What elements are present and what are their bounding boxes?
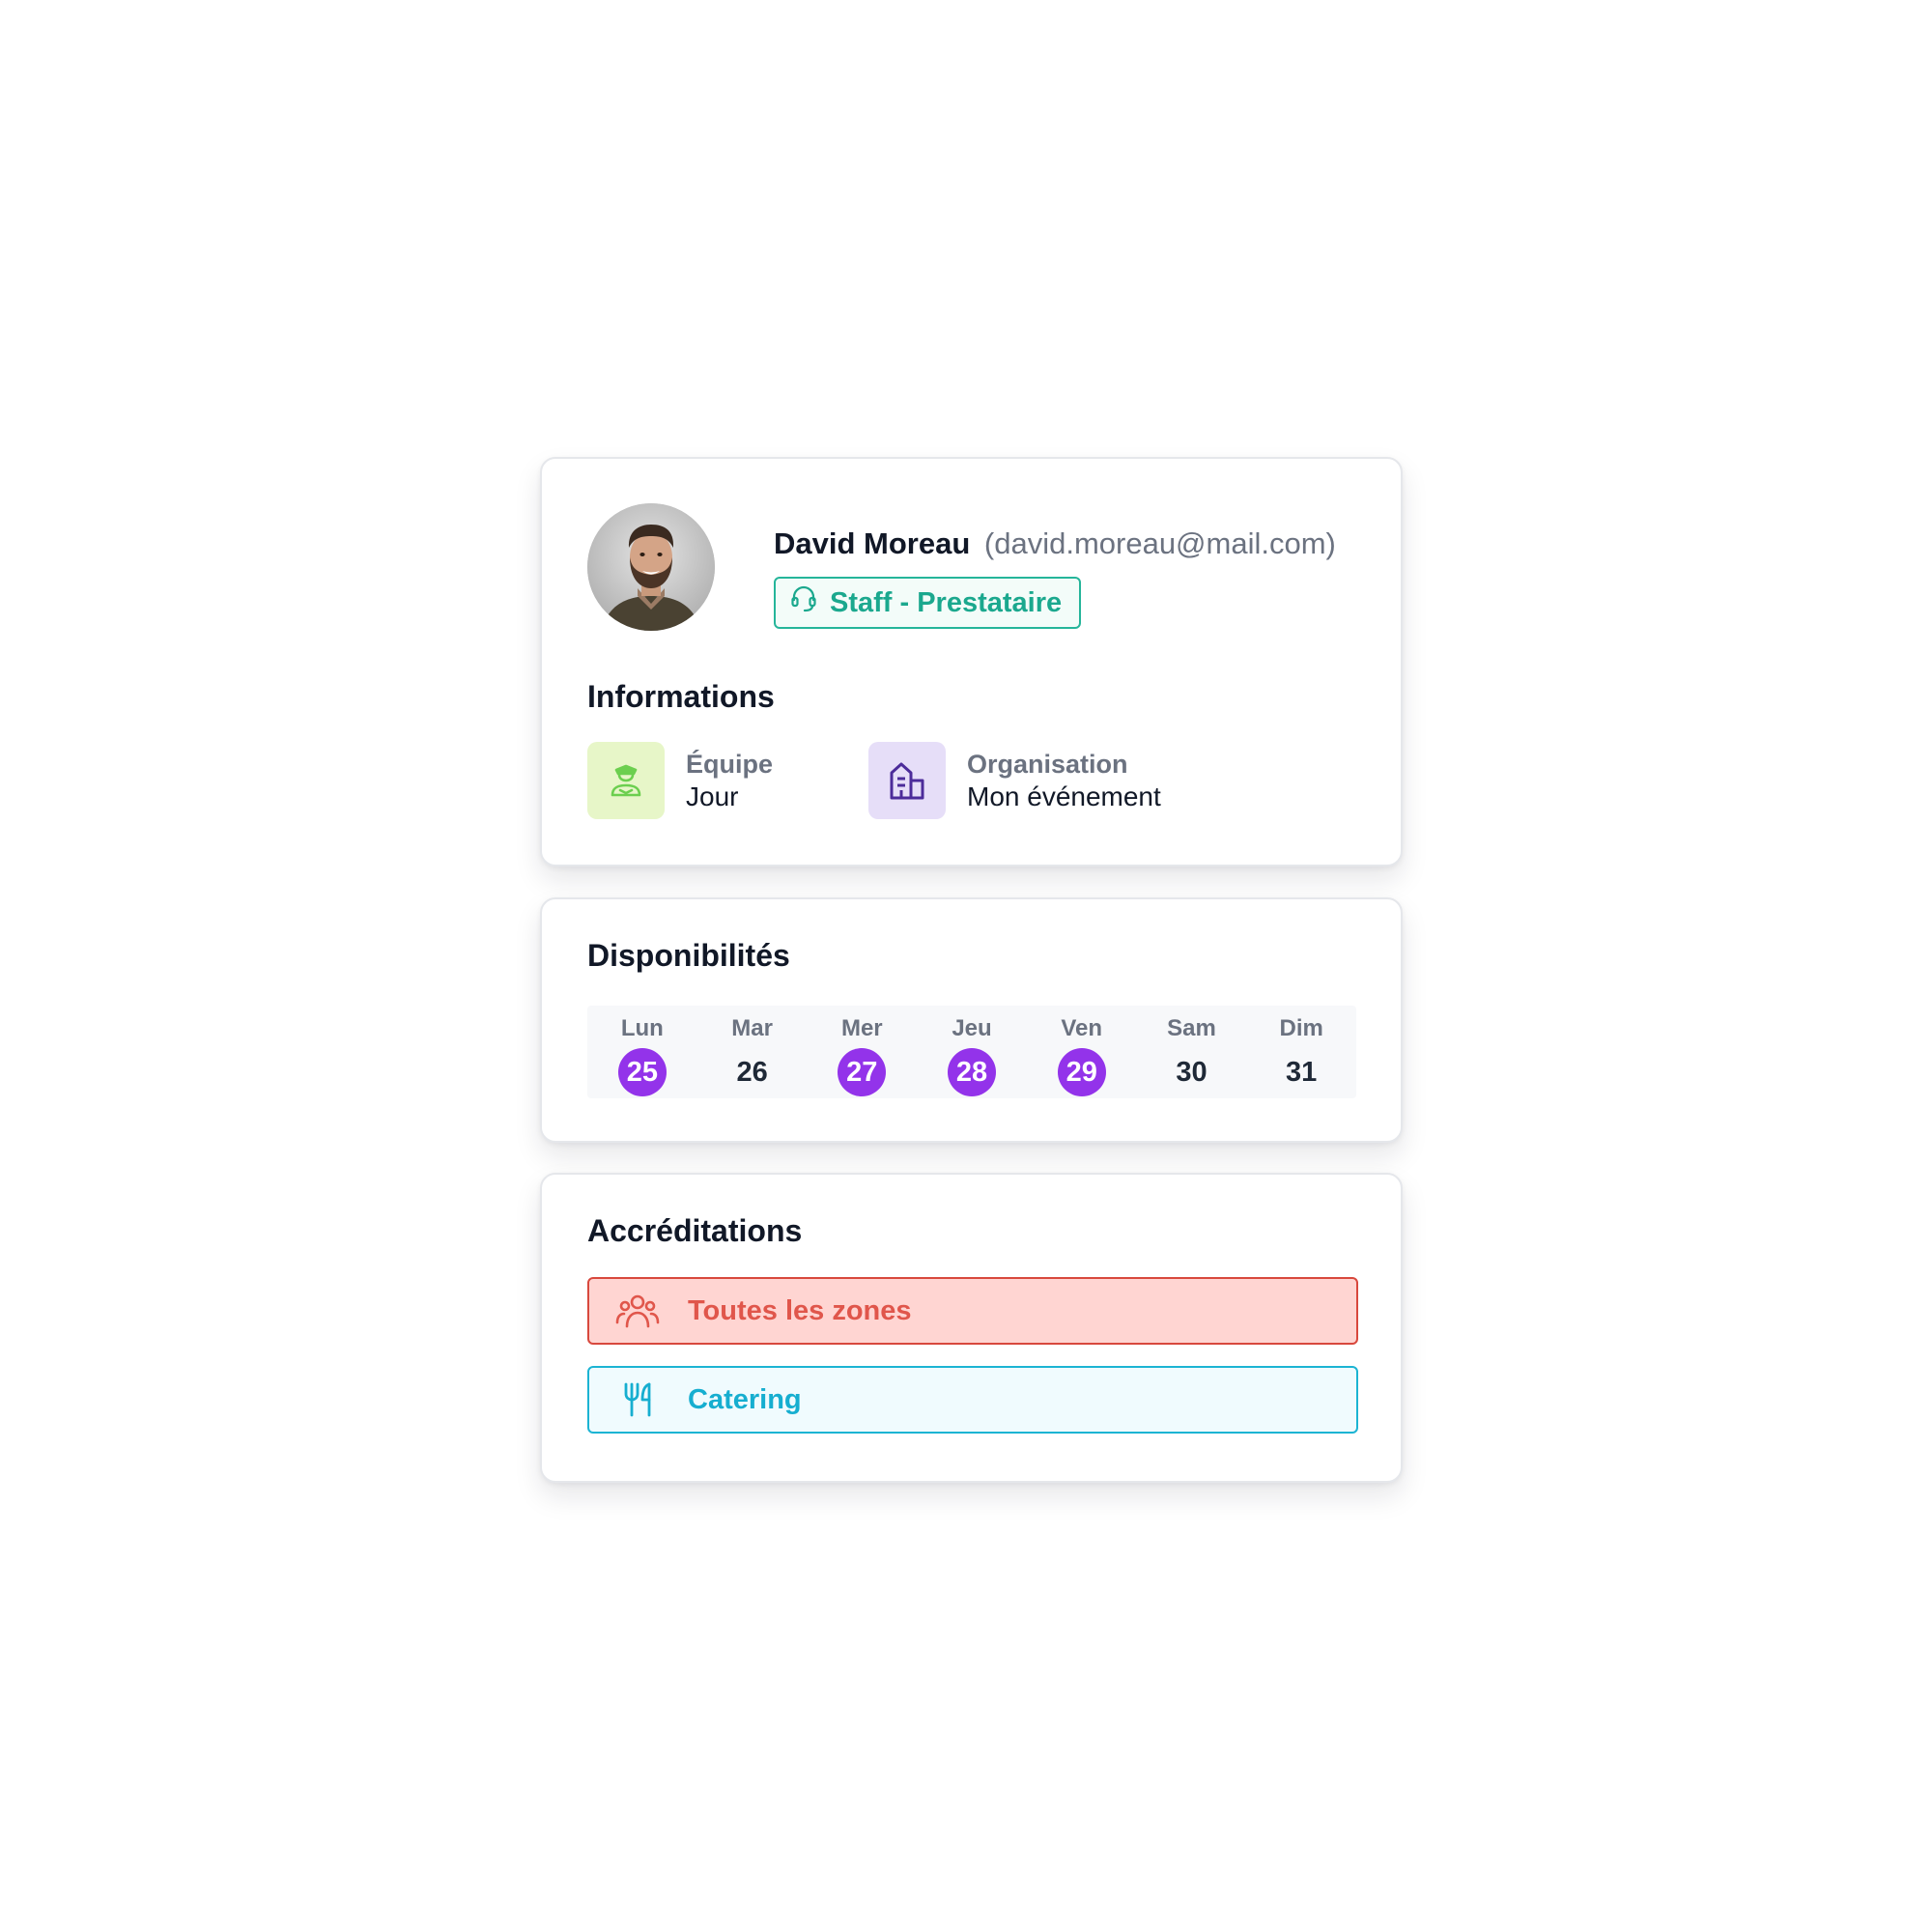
user-email[interactable]: (david.moreau@mail.com): [984, 526, 1336, 560]
day-sam[interactable]: Sam 30: [1137, 1006, 1247, 1098]
day-number[interactable]: 30: [1167, 1048, 1215, 1096]
day-number-available[interactable]: 27: [838, 1048, 887, 1096]
day-name: Dim: [1279, 1015, 1323, 1041]
building-icon: [868, 742, 946, 819]
avatar-photo: [587, 503, 715, 631]
day-number-available[interactable]: 28: [948, 1048, 997, 1096]
day-mer[interactable]: Mer 27: [807, 1006, 917, 1098]
info-organisation: Organisation Mon événement: [868, 742, 1161, 819]
user-name: David Moreau: [774, 526, 971, 560]
day-name: Mar: [731, 1015, 773, 1041]
disponibilites-card: Disponibilités Lun 25 Mar 26 Mer 27 Jeu …: [540, 897, 1403, 1143]
day-number[interactable]: 26: [728, 1048, 777, 1096]
day-name: Lun: [620, 1015, 664, 1041]
accreditations-card: Accréditations Toutes les zones Catering: [540, 1173, 1403, 1483]
profile-card: David Moreau (david.moreau@mail.com) Sta…: [540, 457, 1403, 867]
day-name: Sam: [1167, 1015, 1216, 1041]
day-name: Ven: [1061, 1015, 1103, 1041]
accreditation-label: Catering: [688, 1383, 802, 1415]
accreditations-title: Accréditations: [587, 1213, 803, 1248]
day-ven[interactable]: Ven 29: [1027, 1006, 1137, 1098]
day-number[interactable]: 31: [1277, 1048, 1325, 1096]
day-jeu[interactable]: Jeu 28: [917, 1006, 1027, 1098]
day-dim[interactable]: Dim 31: [1246, 1006, 1356, 1098]
day-name: Jeu: [952, 1015, 992, 1041]
role-badge: Staff - Prestataire: [774, 577, 1082, 629]
informations-title: Informations: [587, 679, 775, 714]
staff-person-icon: [587, 742, 665, 819]
accreditation-label: Toutes les zones: [688, 1294, 912, 1326]
day-lun[interactable]: Lun 25: [587, 1006, 697, 1098]
info-equipe: Équipe Jour: [587, 742, 773, 819]
info-equipe-label: Équipe: [686, 750, 774, 779]
day-number-available[interactable]: 25: [617, 1048, 667, 1096]
accreditation-toutes-les-zones[interactable]: Toutes les zones: [587, 1277, 1358, 1345]
day-number-available[interactable]: 29: [1057, 1048, 1106, 1096]
day-name: Mer: [840, 1015, 883, 1041]
role-label: Staff - Prestataire: [830, 586, 1063, 618]
info-organisation-value: Mon événement: [967, 781, 1161, 811]
avatar: [587, 503, 715, 631]
fork-knife-icon: [612, 1380, 663, 1419]
name-line: David Moreau (david.moreau@mail.com): [774, 526, 1336, 561]
day-mar[interactable]: Mar 26: [697, 1006, 808, 1098]
disponibilites-title: Disponibilités: [587, 938, 790, 973]
headset-icon: [789, 584, 818, 621]
info-organisation-label: Organisation: [967, 750, 1128, 779]
group-icon: [612, 1292, 663, 1330]
accreditation-catering[interactable]: Catering: [587, 1366, 1358, 1434]
info-equipe-value: Jour: [686, 781, 739, 811]
week-calendar: Lun 25 Mar 26 Mer 27 Jeu 28 Ven 29 Sam 3…: [587, 1006, 1356, 1098]
